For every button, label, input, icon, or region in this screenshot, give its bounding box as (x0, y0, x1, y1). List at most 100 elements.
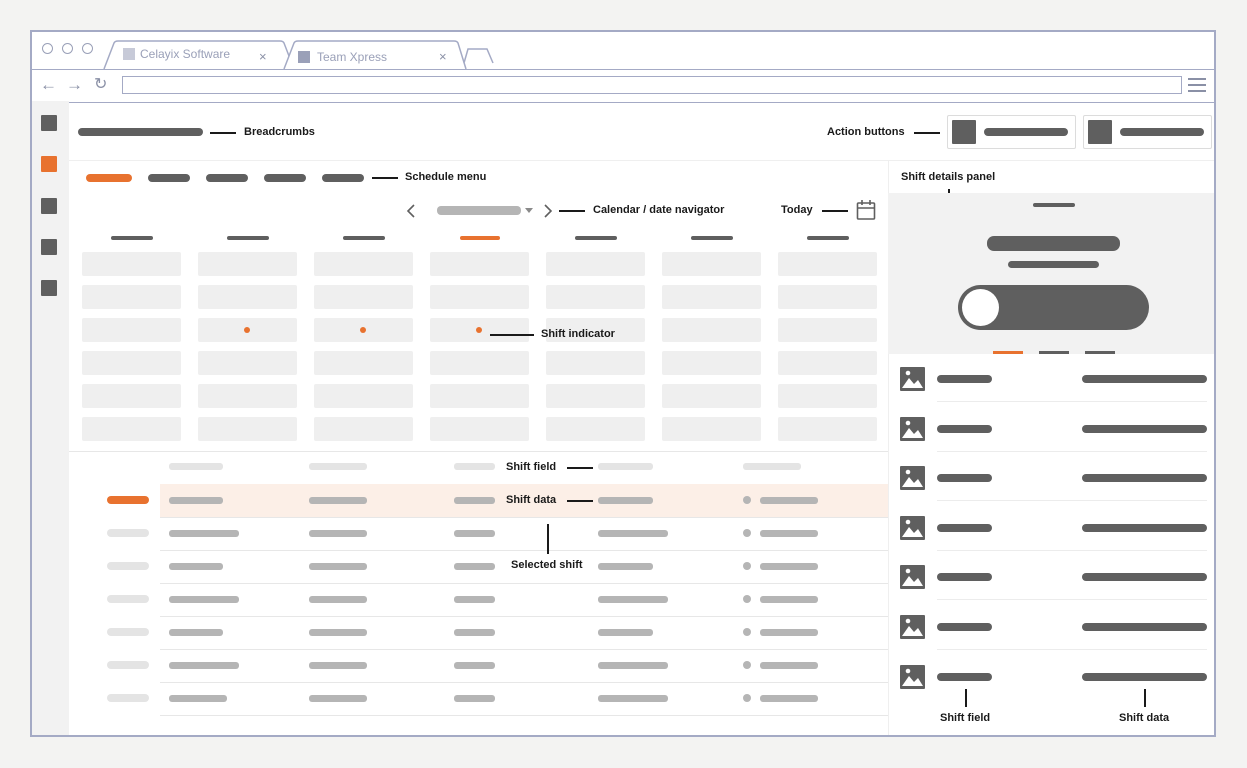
column-header[interactable] (454, 463, 495, 470)
calendar-cell[interactable] (662, 417, 761, 441)
day-header[interactable] (111, 236, 153, 240)
calendar-cell[interactable] (198, 417, 297, 441)
tab-close-icon[interactable]: × (259, 49, 267, 64)
calendar-cell[interactable] (82, 252, 181, 276)
sidebar-item[interactable] (41, 239, 57, 255)
action-button[interactable] (947, 115, 1076, 149)
calendar-cell[interactable] (314, 384, 413, 408)
sidebar-item[interactable] (41, 198, 57, 214)
row-status-marker[interactable] (107, 529, 149, 537)
chevron-right-icon[interactable] (541, 203, 555, 219)
calendar-cell[interactable] (82, 384, 181, 408)
schedule-menu-item[interactable] (148, 174, 190, 182)
calendar-cell[interactable] (778, 318, 877, 342)
sidebar-item[interactable] (41, 280, 57, 296)
shift-row[interactable] (32, 682, 888, 715)
calendar-cell[interactable] (546, 351, 645, 375)
back-arrow-icon[interactable]: ← (40, 76, 57, 94)
shift-row[interactable] (32, 517, 888, 550)
calendar-icon[interactable] (856, 199, 876, 221)
shift-row[interactable] (32, 616, 888, 649)
panel-tab[interactable] (1085, 351, 1115, 354)
schedule-menu-item-active[interactable] (86, 174, 132, 182)
column-header[interactable] (743, 463, 801, 470)
day-header[interactable] (575, 236, 617, 240)
current-date-range[interactable] (437, 206, 521, 215)
calendar-cell[interactable] (314, 252, 413, 276)
calendar-cell[interactable] (82, 351, 181, 375)
column-header[interactable] (169, 463, 223, 470)
calendar-cell[interactable] (778, 351, 877, 375)
panel-handle[interactable] (1033, 203, 1075, 207)
address-bar[interactable] (122, 76, 1182, 94)
calendar-cell[interactable] (778, 285, 877, 309)
row-status-marker[interactable] (107, 661, 149, 669)
shift-row[interactable] (32, 649, 888, 682)
panel-field-row[interactable] (888, 416, 1214, 467)
sidebar-item[interactable] (41, 115, 57, 131)
calendar-cell[interactable] (778, 384, 877, 408)
day-header[interactable] (343, 236, 385, 240)
status-toggle[interactable] (958, 285, 1149, 330)
panel-field-row[interactable] (888, 515, 1214, 566)
shift-row[interactable] (32, 550, 888, 583)
tab-label-celayix[interactable]: Celayix Software (140, 47, 230, 61)
calendar-cell[interactable] (82, 285, 181, 309)
calendar-cell[interactable] (662, 252, 761, 276)
forward-arrow-icon[interactable]: → (66, 76, 83, 94)
reload-icon[interactable]: ↻ (94, 76, 107, 94)
column-header[interactable] (309, 463, 367, 470)
panel-field-row[interactable] (888, 565, 1214, 615)
chevron-left-icon[interactable] (404, 203, 418, 219)
tab-label-team-xpress[interactable]: Team Xpress (317, 50, 387, 64)
calendar-cell[interactable] (430, 384, 529, 408)
row-status-marker[interactable] (107, 496, 149, 504)
calendar-cell[interactable] (546, 285, 645, 309)
calendar-cell[interactable] (662, 318, 761, 342)
panel-field-row[interactable] (888, 615, 1214, 665)
schedule-menu-item[interactable] (264, 174, 306, 182)
calendar-cell[interactable] (778, 252, 877, 276)
caret-down-icon[interactable] (524, 206, 534, 214)
calendar-cell[interactable] (546, 384, 645, 408)
shift-row[interactable] (32, 583, 888, 616)
calendar-cell[interactable] (198, 384, 297, 408)
calendar-cell[interactable] (314, 318, 413, 342)
schedule-menu-item[interactable] (206, 174, 248, 182)
shift-row[interactable] (32, 484, 888, 517)
calendar-cell[interactable] (662, 351, 761, 375)
calendar-cell[interactable] (662, 384, 761, 408)
calendar-cell[interactable] (198, 318, 297, 342)
row-status-marker[interactable] (107, 628, 149, 636)
panel-tab-active[interactable] (993, 351, 1023, 354)
calendar-cell[interactable] (430, 318, 529, 342)
calendar-cell[interactable] (198, 285, 297, 309)
row-status-marker[interactable] (107, 562, 149, 570)
panel-field-row[interactable] (888, 664, 1214, 715)
calendar-cell[interactable] (314, 417, 413, 441)
panel-field-row[interactable] (888, 367, 1214, 417)
day-header[interactable] (691, 236, 733, 240)
panel-field-row[interactable] (888, 466, 1214, 516)
calendar-cell[interactable] (198, 351, 297, 375)
row-status-marker[interactable] (107, 595, 149, 603)
day-header[interactable] (807, 236, 849, 240)
calendar-cell[interactable] (314, 351, 413, 375)
action-button[interactable] (1083, 115, 1212, 149)
panel-tab[interactable] (1039, 351, 1069, 354)
calendar-cell[interactable] (778, 417, 877, 441)
row-status-marker[interactable] (107, 694, 149, 702)
calendar-cell[interactable] (430, 252, 529, 276)
calendar-cell[interactable] (546, 252, 645, 276)
tab-close-icon[interactable]: × (439, 49, 447, 64)
today-button[interactable]: Today (781, 204, 813, 216)
day-header[interactable] (460, 236, 500, 240)
column-header[interactable] (598, 463, 653, 470)
schedule-menu-item[interactable] (322, 174, 364, 182)
calendar-cell[interactable] (546, 417, 645, 441)
calendar-cell[interactable] (82, 417, 181, 441)
day-header[interactable] (227, 236, 269, 240)
calendar-cell[interactable] (430, 417, 529, 441)
calendar-cell[interactable] (430, 351, 529, 375)
calendar-cell[interactable] (430, 285, 529, 309)
